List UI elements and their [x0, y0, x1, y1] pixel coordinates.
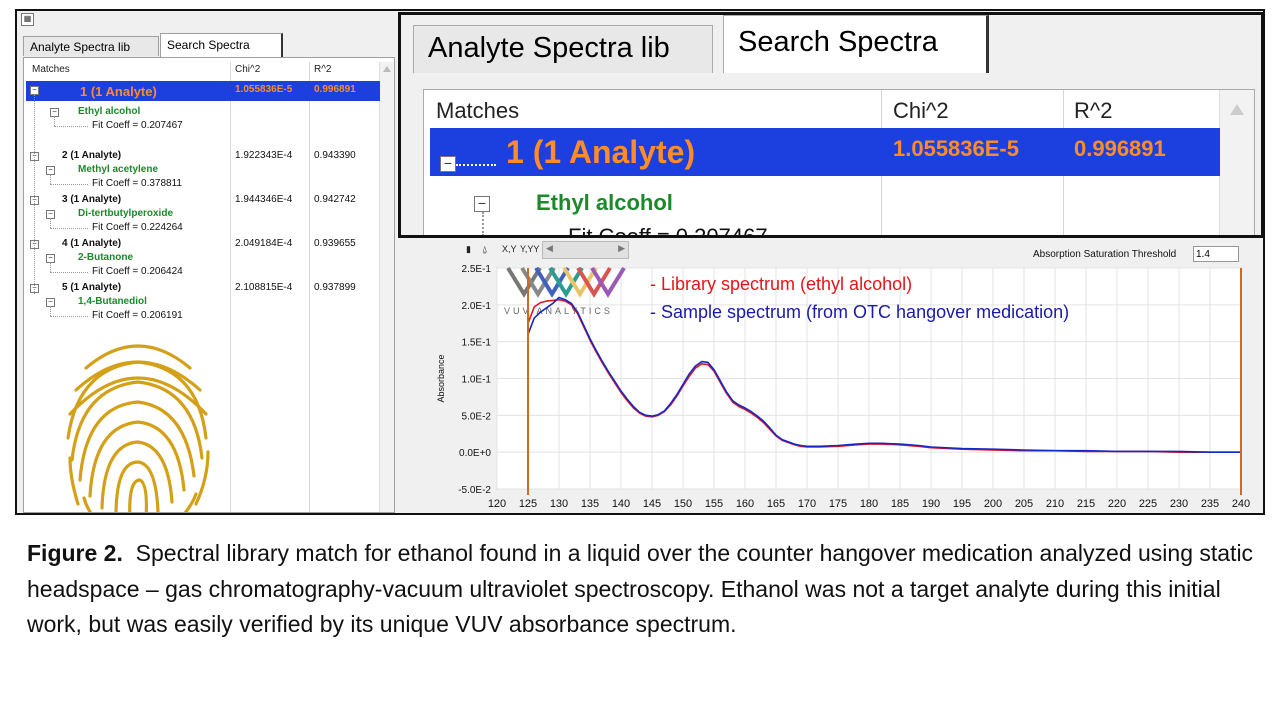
y-tick-label: 2.5E-1 — [462, 264, 492, 275]
x-tick-label: 200 — [984, 498, 1002, 510]
x-tick-label: 145 — [643, 498, 661, 510]
y-tick-label: 5.0E-2 — [462, 411, 492, 422]
y-tick-label: 2.0E-1 — [462, 301, 492, 312]
x-tick-label: 155 — [705, 498, 723, 510]
x-tick-label: 160 — [736, 498, 754, 510]
x-tick-label: 225 — [1139, 498, 1157, 510]
x-tick-label: 235 — [1201, 498, 1219, 510]
legend-sample: - Sample spectrum (from OTC hangover med… — [650, 302, 1069, 322]
x-tick-label: 175 — [829, 498, 847, 510]
x-tick-label: 240 — [1232, 498, 1250, 510]
logo-text: VUV ANALYTICS — [504, 306, 613, 316]
x-tick-label: 195 — [953, 498, 971, 510]
y-tick-label: 1.0E-1 — [462, 375, 492, 386]
caption-label: Figure 2. — [27, 540, 123, 566]
y-tick-label: 1.5E-1 — [462, 338, 492, 349]
x-tick-label: 185 — [891, 498, 909, 510]
x-tick-label: 180 — [860, 498, 878, 510]
x-tick-label: 230 — [1170, 498, 1188, 510]
y-tick-label: 0.0E+0 — [459, 448, 491, 459]
x-tick-label: 205 — [1015, 498, 1033, 510]
x-tick-label: 130 — [550, 498, 568, 510]
x-tick-label: 140 — [612, 498, 630, 510]
caption-text: Spectral library match for ethanol found… — [27, 540, 1254, 637]
x-tick-label: 135 — [581, 498, 599, 510]
x-tick-label: 220 — [1108, 498, 1126, 510]
legend-library: - Library spectrum (ethyl alcohol) — [650, 274, 912, 294]
y-axis-label: Absorbance — [436, 354, 446, 402]
figure-caption: Figure 2. Spectral library match for eth… — [27, 536, 1257, 643]
x-tick-label: 165 — [767, 498, 785, 510]
y-tick-label: -5.0E-2 — [458, 485, 491, 496]
x-tick-label: 120 — [488, 498, 506, 510]
x-tick-label: 150 — [674, 498, 692, 510]
x-tick-label: 215 — [1077, 498, 1095, 510]
x-tick-label: 210 — [1046, 498, 1064, 510]
x-tick-label: 170 — [798, 498, 816, 510]
x-tick-label: 125 — [519, 498, 537, 510]
x-tick-label: 190 — [922, 498, 940, 510]
